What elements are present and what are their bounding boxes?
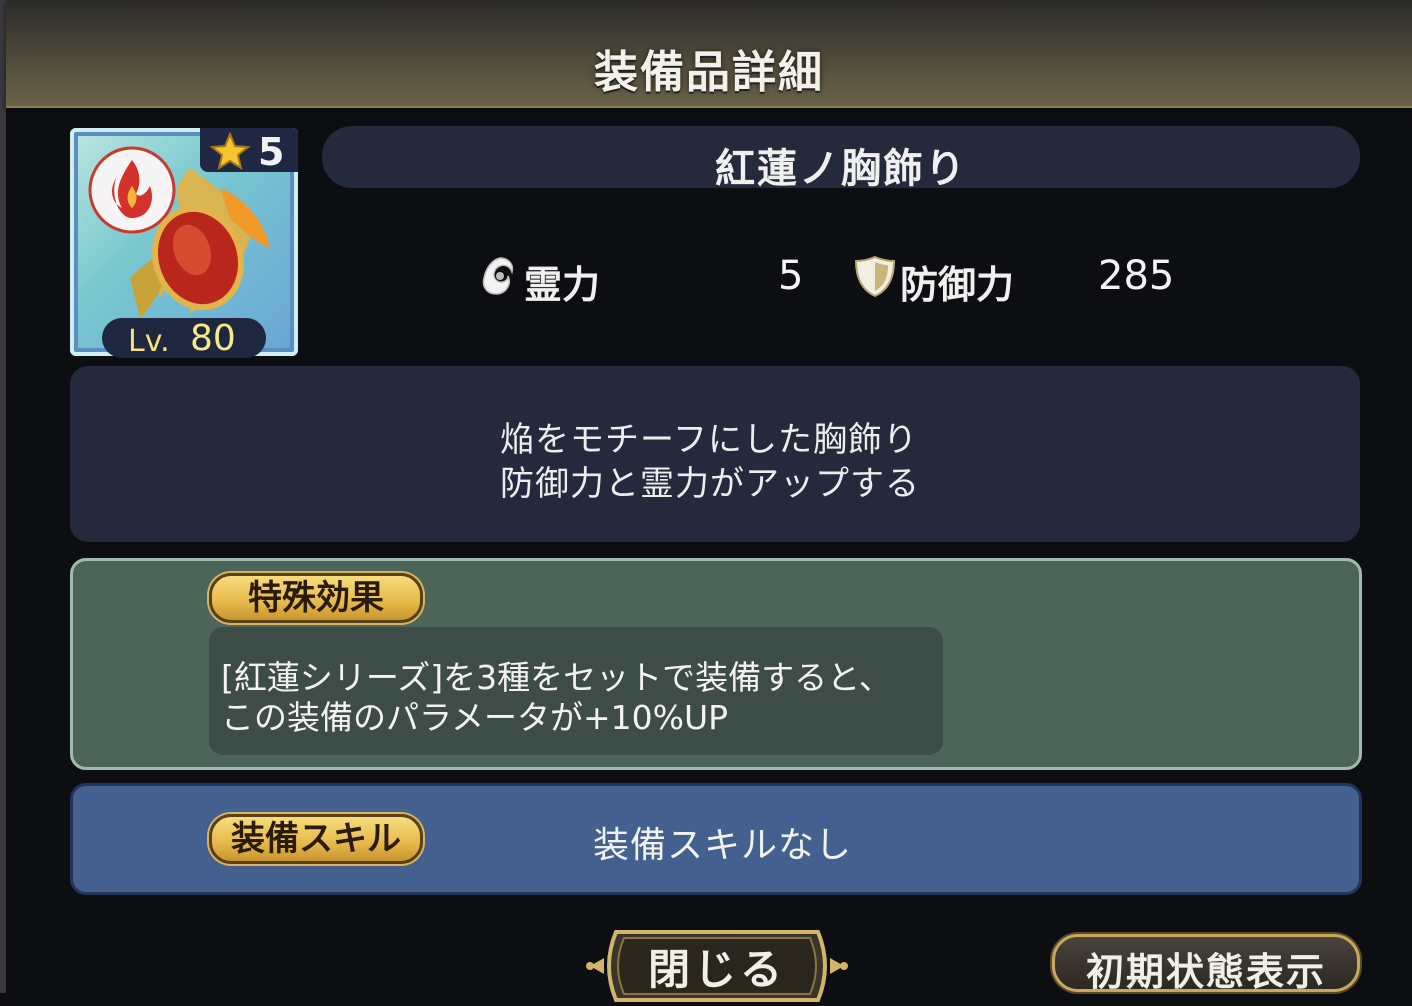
star-icon [209, 132, 251, 170]
left-edge [0, 0, 6, 993]
equip-skill-label: 装備スキル [209, 814, 423, 864]
close-button[interactable]: 閉じる [586, 926, 848, 1006]
page-title: 装備品詳細 [594, 47, 824, 98]
special-effect-text-box: [紅蓮シリーズ]を3種をセットで装備すると、 この装備のパラメータが+10%UP [209, 627, 943, 755]
close-label: 閉じる [647, 945, 786, 994]
special-effect-label: 特殊効果 [209, 573, 423, 623]
stat-value-defense: 285 [1098, 253, 1175, 299]
rarity-badge: 5 [200, 128, 298, 174]
special-effect-box: 特殊効果 [紅蓮シリーズ]を3種をセットで装備すると、 この装備のパラメータが+… [70, 558, 1362, 770]
item-name-bar: 紅蓮ノ胸飾り [322, 126, 1360, 192]
level-value: 80 [190, 318, 236, 359]
level-label: Lv. [128, 324, 170, 359]
stat-label-defense: 防御力 [900, 263, 1015, 307]
description-line-2: 防御力と霊力がアップする [500, 464, 920, 504]
item-name: 紅蓮ノ胸飾り [715, 146, 967, 192]
spirit-icon [482, 257, 514, 295]
special-effect-line-2: この装備のパラメータが+10%UP [221, 698, 729, 737]
equip-skill-box: 装備スキル 装備スキルなし [70, 783, 1362, 895]
rarity-value: 5 [258, 130, 285, 174]
description-box: 焔をモチーフにした胸飾り 防御力と霊力がアップする [70, 366, 1360, 542]
stat-label-spirit: 霊力 [524, 263, 601, 307]
header-bar: 装備品詳細 [6, 0, 1412, 108]
level-badge: Lv. 80 [102, 318, 266, 359]
stat-value-spirit: 5 [778, 253, 804, 299]
reset-view-button[interactable]: 初期状態表示 [1052, 934, 1360, 994]
reset-view-label: 初期状態表示 [1085, 950, 1326, 994]
shield-icon [854, 255, 896, 298]
equip-skill-value: 装備スキルなし [593, 825, 853, 866]
description-line-1: 焔をモチーフにした胸飾り [500, 420, 918, 460]
